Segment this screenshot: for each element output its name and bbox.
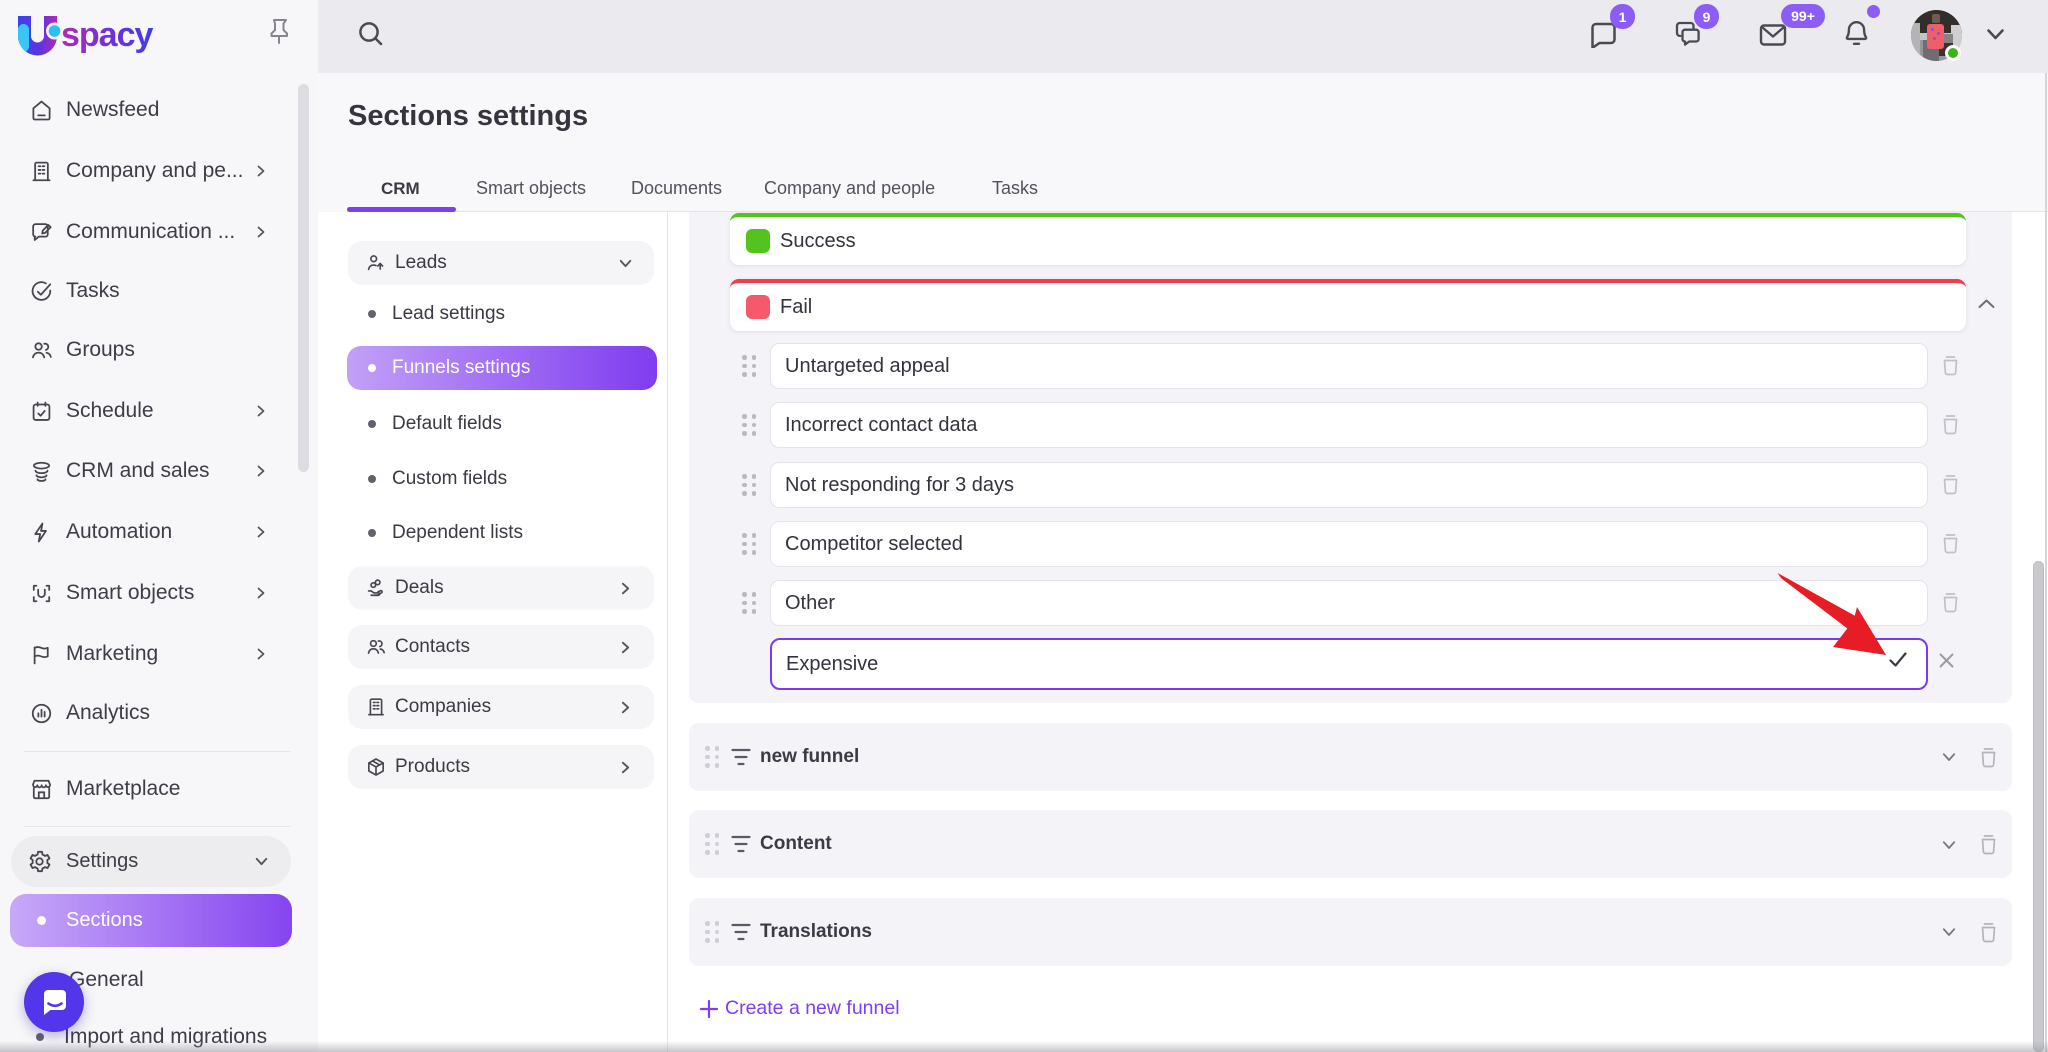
svg-text:spacy: spacy — [61, 16, 153, 54]
